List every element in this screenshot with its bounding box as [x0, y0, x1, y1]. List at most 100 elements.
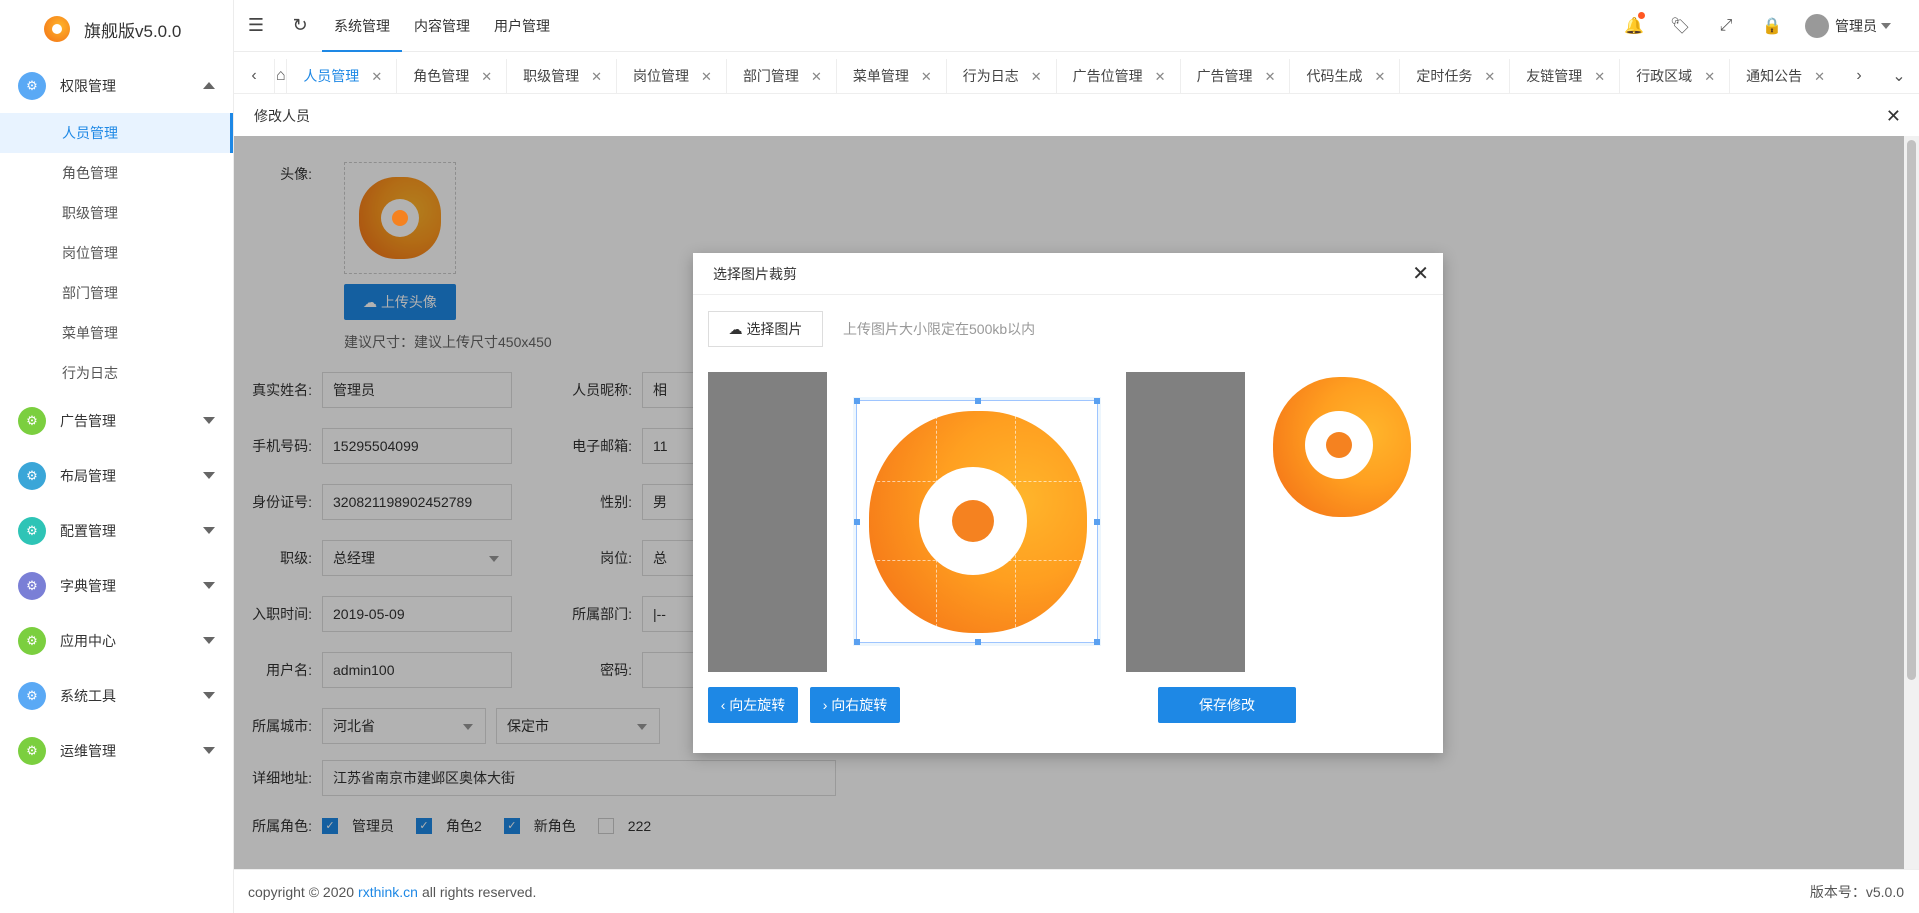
menu-ops[interactable]: ⚙ 运维管理 [0, 723, 233, 778]
sidebar-item-levels[interactable]: 职级管理 [0, 193, 233, 233]
tab-roles[interactable]: 角色管理 ✕ [396, 58, 506, 93]
fullscreen-icon[interactable]: ⤢ [1703, 17, 1749, 35]
rotate-right-button[interactable]: › 向右旋转 [810, 687, 900, 723]
close-icon[interactable]: ✕ [481, 69, 492, 84]
menu-permissions[interactable]: ⚙ 权限管理 [0, 58, 233, 113]
chevron-down-icon [203, 527, 215, 534]
chevron-down-icon [203, 417, 215, 424]
resize-handle[interactable] [975, 398, 981, 404]
crop-dialog: 选择图片裁剪 ✕ ☁ 选择图片 上传图片大小限定在500kb以内 ‹ 向左旋转 … [693, 253, 1443, 753]
home-icon[interactable]: ⌂ [274, 58, 286, 93]
bell-icon[interactable]: 🔔 [1611, 11, 1657, 36]
gear-icon: ⚙ [18, 71, 46, 100]
tab-codegen[interactable]: 代码生成 ✕ [1289, 58, 1399, 93]
close-icon[interactable]: ✕ [1594, 69, 1605, 84]
sidebar-item-positions[interactable]: 岗位管理 [0, 233, 233, 273]
close-icon[interactable]: ✕ [1484, 69, 1495, 84]
resize-handle[interactable] [854, 639, 860, 645]
menu-collapse-icon[interactable]: ☰ [234, 15, 278, 36]
close-icon[interactable]: ✕ [371, 69, 382, 84]
tab-logs[interactable]: 行为日志 ✕ [945, 58, 1056, 93]
gear-icon: ⚙ [18, 571, 46, 600]
tab-departments[interactable]: 部门管理 ✕ [725, 58, 836, 93]
tab-notices[interactable]: 通知公告 ✕ [1729, 58, 1839, 93]
lock-icon[interactable]: 🔒 [1749, 16, 1795, 36]
tab-adslots[interactable]: 广告位管理 ✕ [1055, 58, 1180, 93]
gear-icon: ⚙ [18, 626, 46, 655]
version-text: 版本号：v5.0.0 [1809, 883, 1904, 900]
tab-users[interactable]: 人员管理 ✕ [286, 58, 396, 93]
tab-strip: ‹ ⌂ 人员管理 ✕ 角色管理 ✕ 职级管理 ✕ 岗位管理 ✕ 部门管理 ✕ 菜单管理 ✕ … [234, 58, 1919, 94]
sidebar-item-roles[interactable]: 角色管理 [0, 153, 233, 193]
tab-levels[interactable]: 职级管理 ✕ [506, 58, 616, 93]
menu-config[interactable]: ⚙ 配置管理 [0, 503, 233, 558]
chevron-down-icon [203, 582, 215, 589]
resize-handle[interactable] [854, 398, 860, 404]
close-icon[interactable]: ✕ [591, 69, 602, 84]
tabs-dropdown-icon[interactable]: ⌄ [1879, 66, 1919, 86]
sidebar-item-users[interactable]: 人员管理 [0, 113, 233, 153]
close-icon[interactable]: ✕ [1155, 69, 1166, 84]
choose-image-button[interactable]: ☁ 选择图片 [708, 311, 823, 347]
topnav-user[interactable]: 用户管理 [482, 0, 562, 52]
gear-icon: ⚙ [18, 516, 46, 545]
close-icon[interactable]: ✕ [1031, 69, 1042, 84]
sidebar-item-menus[interactable]: 菜单管理 [0, 313, 233, 353]
tabs-left-icon[interactable]: ‹ [234, 67, 274, 85]
close-icon[interactable]: ✕ [921, 69, 932, 84]
close-icon[interactable]: ✕ [1412, 261, 1429, 286]
sidebar-item-departments[interactable]: 部门管理 [0, 273, 233, 313]
menu-tools[interactable]: ⚙ 系统工具 [0, 668, 233, 723]
resize-handle[interactable] [1094, 398, 1100, 404]
menu-dict[interactable]: ⚙ 字典管理 [0, 558, 233, 613]
tab-positions[interactable]: 岗位管理 ✕ [616, 58, 726, 93]
refresh-icon[interactable]: ↻ [278, 15, 322, 36]
topnav-content[interactable]: 内容管理 [402, 0, 482, 52]
tabs-right-icon[interactable]: › [1839, 67, 1879, 85]
close-icon[interactable]: ✕ [1886, 106, 1901, 127]
rotate-left-button[interactable]: ‹ 向左旋转 [708, 687, 798, 723]
notification-dot [1638, 11, 1645, 19]
tag-icon[interactable]: 🏷 [1657, 16, 1703, 36]
tab-ads[interactable]: 广告管理 ✕ [1179, 58, 1290, 93]
scrollbar-thumb[interactable] [1907, 140, 1916, 680]
menu-apps[interactable]: ⚙ 应用中心 [0, 613, 233, 668]
user-menu[interactable]: 管理员 [1795, 13, 1919, 38]
scrollbar[interactable] [1904, 136, 1919, 869]
tab-links[interactable]: 友链管理 ✕ [1509, 58, 1619, 93]
menu-layout[interactable]: ⚙ 布局管理 [0, 448, 233, 503]
crop-stage[interactable] [708, 372, 1245, 672]
preview-image [1273, 377, 1411, 517]
tab-regions[interactable]: 行政区域 ✕ [1619, 58, 1729, 93]
menu-label: 布局管理 [60, 467, 116, 484]
resize-handle[interactable] [1094, 639, 1100, 645]
topnav-system[interactable]: 系统管理 [322, 0, 402, 52]
close-icon[interactable]: ✕ [1814, 69, 1825, 84]
menu-label: 权限管理 [60, 77, 116, 94]
menu-ads[interactable]: ⚙ 广告管理 [0, 393, 233, 448]
tab-cron[interactable]: 定时任务 ✕ [1399, 58, 1509, 93]
close-icon[interactable]: ✕ [1704, 69, 1715, 84]
footer-link[interactable]: rxthink.cn [358, 884, 418, 900]
chevron-up-icon [203, 82, 215, 89]
copyright: copyright © 2020 [248, 883, 355, 900]
logo-icon [44, 16, 70, 42]
close-icon[interactable]: ✕ [1374, 69, 1385, 84]
close-icon[interactable]: ✕ [1265, 69, 1276, 84]
save-button[interactable]: 保存修改 [1158, 687, 1296, 723]
logo-core [952, 500, 994, 542]
menu-label: 系统工具 [60, 687, 116, 704]
close-icon[interactable]: ✕ [701, 69, 712, 84]
resize-handle[interactable] [975, 639, 981, 645]
tabs: ⌂ 人员管理 ✕ 角色管理 ✕ 职级管理 ✕ 岗位管理 ✕ 部门管理 ✕ 菜单管理 ✕ 行为… [274, 58, 1839, 93]
tab-menus[interactable]: 菜单管理 ✕ [835, 58, 946, 93]
chevron-down-icon [1881, 22, 1891, 29]
crop-guide [857, 480, 1097, 482]
close-icon[interactable]: ✕ [811, 69, 822, 84]
resize-handle[interactable] [854, 519, 860, 525]
menu-group-permissions: ⚙ 权限管理 人员管理 角色管理 职级管理 岗位管理 部门管理 菜单管理 行为日… [0, 58, 233, 393]
resize-handle[interactable] [1094, 519, 1100, 525]
sidebar-item-logs[interactable]: 行为日志 [0, 353, 233, 393]
crop-box[interactable] [854, 398, 1100, 645]
app-logo[interactable]: 旗舰版v5.0.0 [0, 0, 233, 58]
